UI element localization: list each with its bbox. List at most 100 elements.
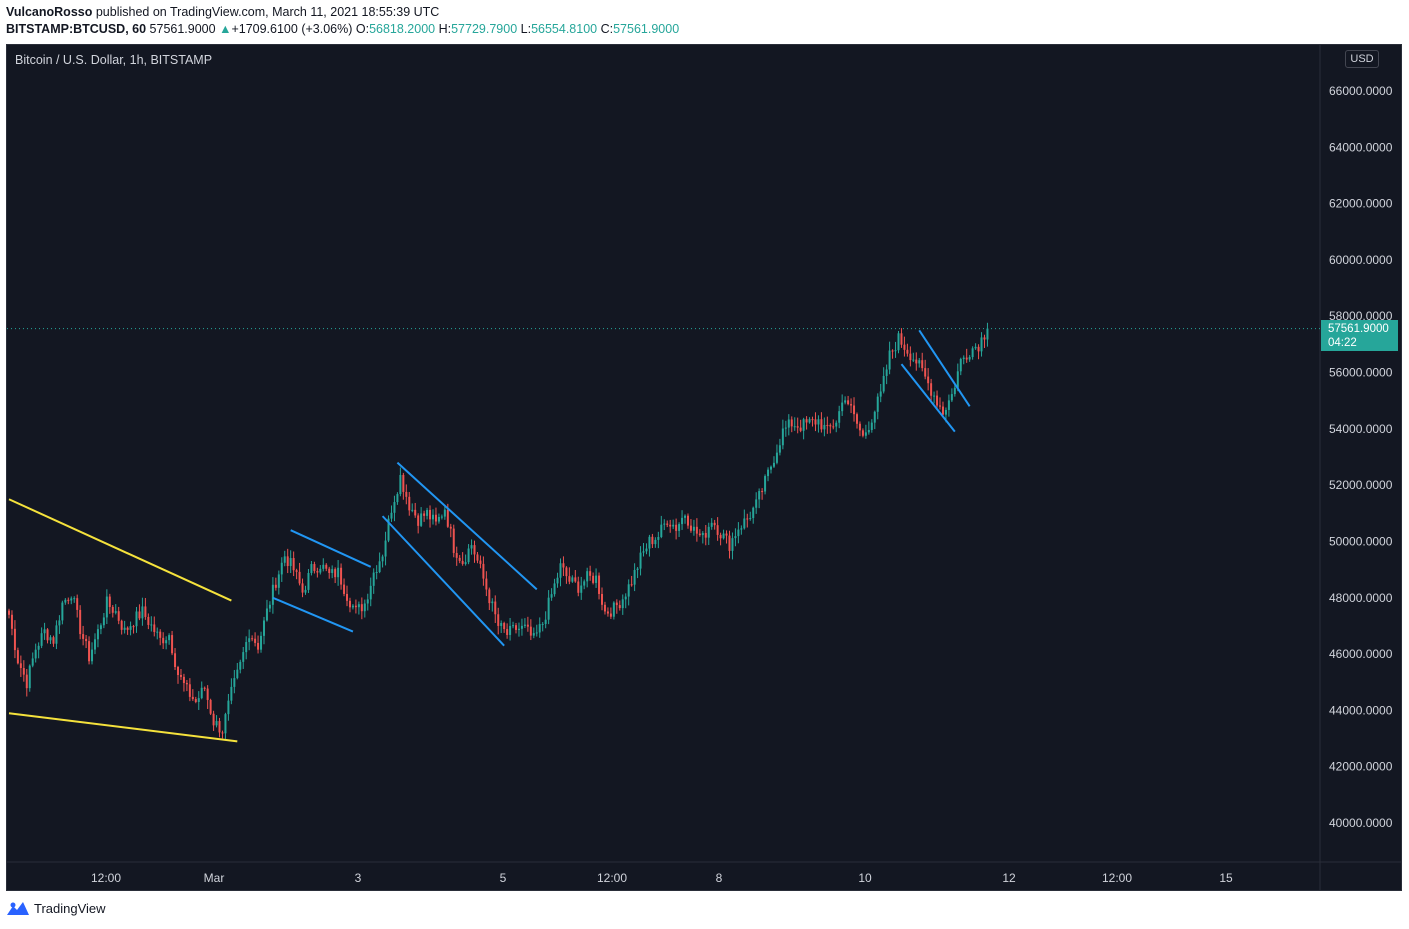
candle (491, 601, 494, 604)
candle (968, 357, 971, 360)
candle (277, 574, 280, 588)
candle (16, 650, 19, 664)
y-tick-label: 48000.0000 (1329, 591, 1393, 605)
candle (295, 570, 298, 572)
candle (535, 632, 538, 634)
candle (369, 585, 372, 600)
candle (603, 604, 606, 612)
candle (784, 427, 787, 429)
candle (221, 732, 224, 734)
candle (212, 713, 215, 726)
candle (749, 518, 752, 520)
candle (346, 593, 349, 601)
tradingview-footer[interactable]: TradingView (6, 900, 106, 916)
candle (553, 583, 556, 595)
candle (150, 624, 153, 626)
candle (239, 661, 242, 670)
candle (67, 599, 70, 601)
candle (734, 536, 737, 539)
candle (182, 676, 185, 683)
candle (520, 625, 523, 629)
candle (725, 533, 728, 536)
candle (790, 419, 793, 427)
candle (96, 629, 99, 640)
candle (906, 349, 909, 354)
candle (944, 409, 947, 415)
candle (701, 533, 704, 536)
candle (470, 545, 473, 549)
x-tick-label: 15 (1219, 871, 1233, 885)
candle (351, 605, 354, 608)
candle (606, 611, 609, 614)
x-tick-label: 12:00 (91, 871, 121, 885)
candle (556, 577, 559, 584)
candle (304, 589, 307, 593)
candle (316, 571, 319, 573)
candle (426, 509, 429, 516)
candle (624, 596, 627, 600)
candle (820, 419, 823, 430)
candle (372, 572, 375, 586)
candle (592, 575, 595, 583)
x-tick-label: Mar (204, 871, 225, 885)
candle (983, 337, 986, 340)
candle (639, 552, 642, 569)
candle (274, 584, 277, 588)
candle (675, 524, 678, 531)
candle (870, 422, 873, 430)
candle (695, 526, 698, 534)
candle (455, 552, 458, 558)
candle (775, 452, 778, 463)
candle (162, 637, 165, 644)
candle (105, 596, 108, 618)
candle (698, 533, 701, 536)
candle (861, 430, 864, 436)
candle (743, 518, 746, 529)
candle (245, 642, 248, 653)
candle (761, 491, 764, 493)
candle (194, 699, 197, 702)
candle (479, 560, 482, 564)
candle (414, 509, 417, 516)
candle (589, 571, 592, 576)
candle (823, 424, 826, 430)
x-tick-label: 10 (858, 871, 872, 885)
candle (947, 400, 950, 410)
tradingview-brand: TradingView (34, 900, 106, 916)
candle (307, 572, 310, 590)
candle (737, 529, 740, 537)
candle (704, 533, 707, 538)
y-tick-label: 60000.0000 (1329, 253, 1393, 267)
candle (381, 556, 384, 562)
candle (292, 558, 295, 571)
currency-badge[interactable]: USD (1345, 50, 1379, 68)
y-tick-label: 46000.0000 (1329, 647, 1393, 661)
candle (354, 605, 357, 608)
price-chart[interactable]: 66000.0000 64000.0000 62000.0000 60000.0000… (0, 0, 1409, 929)
candle (707, 526, 710, 538)
candle (283, 556, 286, 563)
candle (764, 476, 767, 492)
candle (215, 721, 218, 726)
candle (446, 509, 449, 527)
candle (544, 619, 547, 624)
candle (710, 522, 713, 527)
candle (52, 637, 55, 644)
candle (337, 567, 340, 578)
candle (939, 405, 942, 407)
candle (912, 359, 915, 361)
candle (396, 494, 399, 503)
blue-channel-line (290, 529, 372, 568)
candle (334, 569, 337, 578)
candle (73, 598, 76, 600)
candle (814, 419, 817, 425)
candle (440, 516, 443, 518)
candle (494, 601, 497, 615)
candle (853, 405, 856, 415)
candle (224, 714, 227, 734)
candle (882, 375, 885, 392)
candle (722, 533, 725, 539)
x-tick-label: 8 (716, 871, 723, 885)
candle (411, 509, 414, 511)
candle (265, 608, 268, 621)
